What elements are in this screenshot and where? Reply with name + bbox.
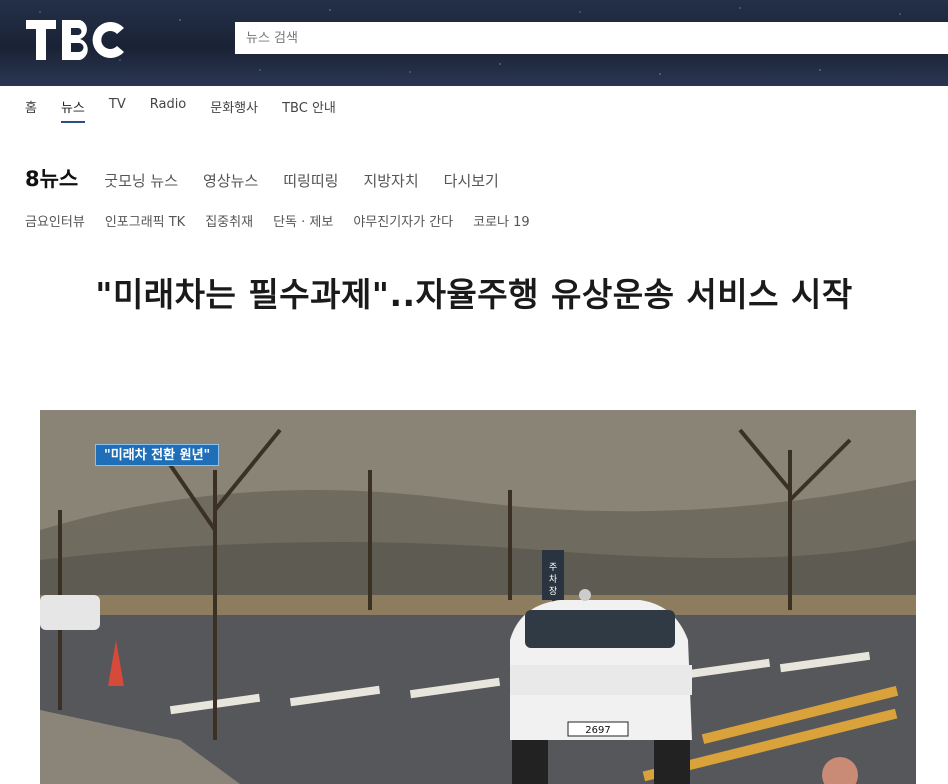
site-header <box>0 0 948 86</box>
license-plate-text: 2697 <box>585 725 610 736</box>
tbc-logo[interactable] <box>24 6 134 72</box>
category-nav: 8뉴스 굿모닝 뉴스 영상뉴스 띠링띠링 지방자치 다시보기 <box>25 163 524 193</box>
category-item-local-government[interactable]: 지방자치 <box>363 170 418 191</box>
nav-item-culture-events[interactable]: 문화행사 <box>210 97 258 123</box>
subcategory-item-reporter-goes[interactable]: 야무진기자가 간다 <box>353 211 453 230</box>
svg-text:장: 장 <box>549 586 557 597</box>
subcategory-item-infographic[interactable]: 인포그래픽 TK <box>105 211 185 230</box>
video-caption-tag: "미래차 전환 원년" <box>95 444 220 466</box>
search-input[interactable] <box>235 22 948 54</box>
svg-text:주: 주 <box>549 562 557 573</box>
subcategory-nav: 금요인터뷰 인포그래픽 TK 집중취재 단독 · 제보 야무진기자가 간다 코로… <box>25 211 550 230</box>
news-video-frame[interactable]: 주 차 장 2697 "미래차 전환 원년" <box>40 410 916 784</box>
subcategory-item-friday-interview[interactable]: 금요인터뷰 <box>25 211 85 230</box>
nav-item-news[interactable]: 뉴스 <box>60 97 85 123</box>
nav-item-tv[interactable]: TV <box>109 97 126 123</box>
category-item-ttiring[interactable]: 띠링띠링 <box>283 170 338 191</box>
primary-nav: 홈 뉴스 TV Radio 문화행사 TBC 안내 <box>25 97 360 123</box>
category-item-replay[interactable]: 다시보기 <box>444 170 499 191</box>
article-headline: "미래차는 필수과제"..자율주행 유상운송 서비스 시작 <box>95 275 853 314</box>
nav-item-radio[interactable]: Radio <box>150 97 187 123</box>
nav-item-about-tbc[interactable]: TBC 안내 <box>282 97 336 123</box>
category-title[interactable]: 8뉴스 <box>25 163 78 193</box>
category-item-good-morning[interactable]: 굿모닝 뉴스 <box>104 170 178 191</box>
nav-item-home[interactable]: 홈 <box>25 97 37 123</box>
category-item-video-news[interactable]: 영상뉴스 <box>203 170 258 191</box>
svg-text:차: 차 <box>549 573 558 585</box>
subcategory-item-covid19[interactable]: 코로나 19 <box>473 211 530 230</box>
subcategory-item-exclusive-tips[interactable]: 단독 · 제보 <box>273 211 333 230</box>
subcategory-item-in-depth[interactable]: 집중취재 <box>205 211 253 230</box>
